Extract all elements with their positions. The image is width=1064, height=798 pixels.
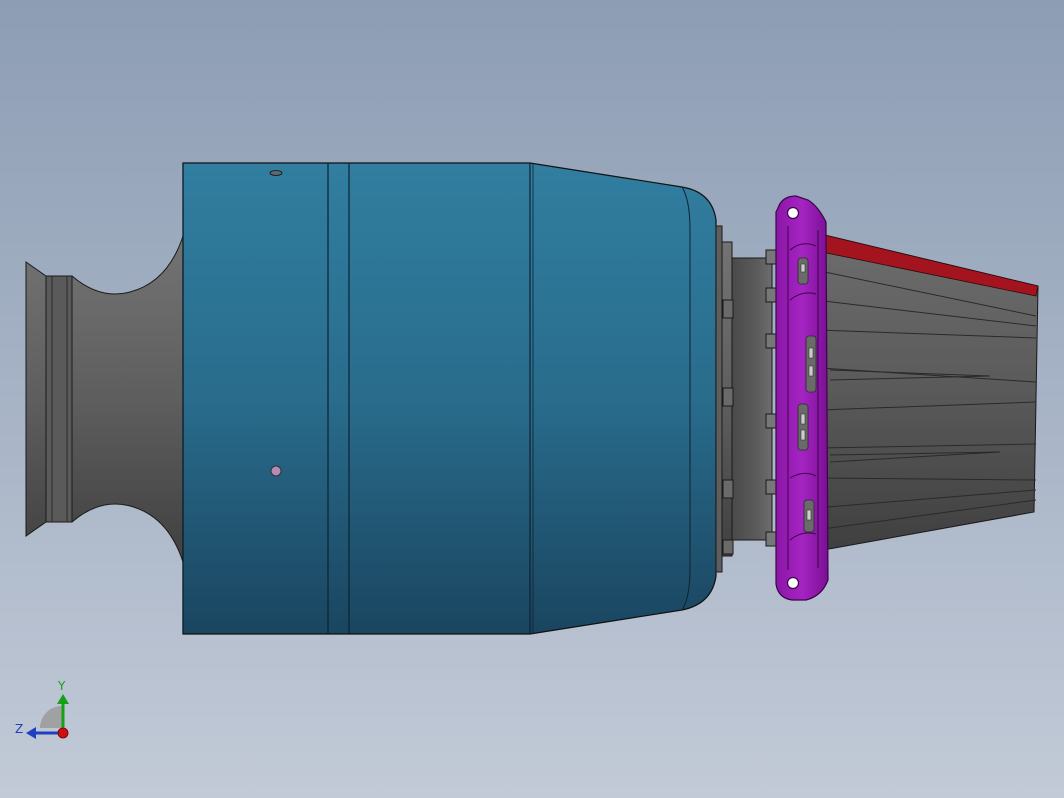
flange-bolt-hole-top bbox=[786, 206, 800, 220]
casing-port-side bbox=[270, 465, 282, 477]
model-view[interactable] bbox=[0, 0, 1064, 798]
z-axis-label: Z bbox=[15, 722, 24, 736]
graphics-viewport[interactable]: Y Z bbox=[0, 0, 1064, 798]
inlet-bellmouth[interactable] bbox=[25, 235, 184, 563]
engine-casing[interactable] bbox=[182, 162, 717, 635]
coordinate-triad-icon bbox=[26, 694, 69, 739]
mounting-flange[interactable] bbox=[775, 195, 829, 601]
casing-port-top bbox=[269, 170, 283, 176]
exhaust-nozzle[interactable] bbox=[811, 231, 1039, 553]
rear-ring[interactable] bbox=[715, 225, 777, 573]
flange-bolt-hole-bottom bbox=[786, 576, 800, 590]
y-axis-label: Y bbox=[58, 679, 66, 693]
